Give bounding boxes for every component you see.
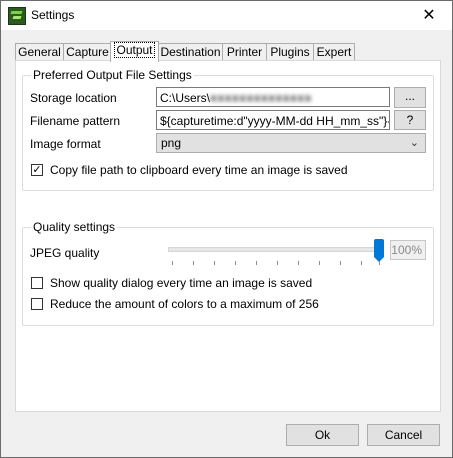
tab-output[interactable]: Output xyxy=(110,41,159,62)
jpeg-quality-label: JPEG quality xyxy=(30,246,100,260)
show-quality-dialog-label: Show quality dialog every time an image … xyxy=(50,276,313,290)
tab-expert[interactable]: Expert xyxy=(313,43,355,61)
slider-tick xyxy=(277,261,278,265)
slider-tick xyxy=(298,261,299,265)
tab-plugins[interactable]: Plugins xyxy=(266,43,314,61)
image-format-select[interactable]: png ⌄ xyxy=(156,133,426,153)
browse-button[interactable]: ... xyxy=(394,87,426,108)
ok-button[interactable]: Ok xyxy=(286,424,359,446)
jpeg-quality-slider-track[interactable] xyxy=(168,247,384,252)
filename-pattern-input[interactable]: ${capturetime:d"yyyy-MM-dd HH_mm_ss"}-${… xyxy=(156,110,390,130)
title-bar: Settings ✕ xyxy=(1,1,452,30)
jpeg-quality-slider-thumb[interactable] xyxy=(374,239,384,262)
checkmark-icon: ✓ xyxy=(32,164,42,176)
close-icon: ✕ xyxy=(422,7,436,24)
tab-general[interactable]: General xyxy=(15,43,64,61)
window-title: Settings xyxy=(31,8,75,22)
storage-location-input[interactable]: C:\Users\■■■■■■■■■■■■■■ xyxy=(156,87,390,107)
jpeg-quality-value: 100% xyxy=(390,240,426,260)
slider-tick xyxy=(235,261,236,265)
output-tab-panel: Preferred Output File Settings Storage l… xyxy=(15,60,441,412)
slider-tick xyxy=(361,261,362,265)
reduce-colors-label: Reduce the amount of colors to a maximum… xyxy=(50,297,319,311)
slider-tick xyxy=(379,261,380,265)
slider-tick xyxy=(256,261,257,265)
slider-tick xyxy=(172,261,173,265)
storage-location-label: Storage location xyxy=(30,91,117,105)
cancel-button[interactable]: Cancel xyxy=(367,424,440,446)
tab-capture[interactable]: Capture xyxy=(63,43,112,61)
slider-tick xyxy=(319,261,320,265)
slider-tick xyxy=(214,261,215,265)
slider-tick xyxy=(340,261,341,265)
copy-path-checkbox[interactable]: ✓ xyxy=(31,164,43,176)
copy-path-label: Copy file path to clipboard every time a… xyxy=(50,163,348,177)
close-button[interactable]: ✕ xyxy=(406,1,452,30)
slider-tick xyxy=(193,261,194,265)
quality-group-title: Quality settings xyxy=(31,220,118,234)
filename-help-button[interactable]: ? xyxy=(394,110,426,130)
chevron-down-icon: ⌄ xyxy=(409,137,419,149)
app-icon xyxy=(8,7,26,25)
image-format-label: Image format xyxy=(30,137,101,151)
tab-printer[interactable]: Printer xyxy=(222,43,267,61)
tab-destination[interactable]: Destination xyxy=(158,43,223,61)
output-group-title: Preferred Output File Settings xyxy=(31,68,194,82)
show-quality-dialog-checkbox[interactable] xyxy=(31,277,43,289)
settings-window: Settings ✕ General Capture Output Destin… xyxy=(0,0,453,458)
filename-pattern-label: Filename pattern xyxy=(30,114,121,128)
reduce-colors-checkbox[interactable] xyxy=(31,298,43,310)
